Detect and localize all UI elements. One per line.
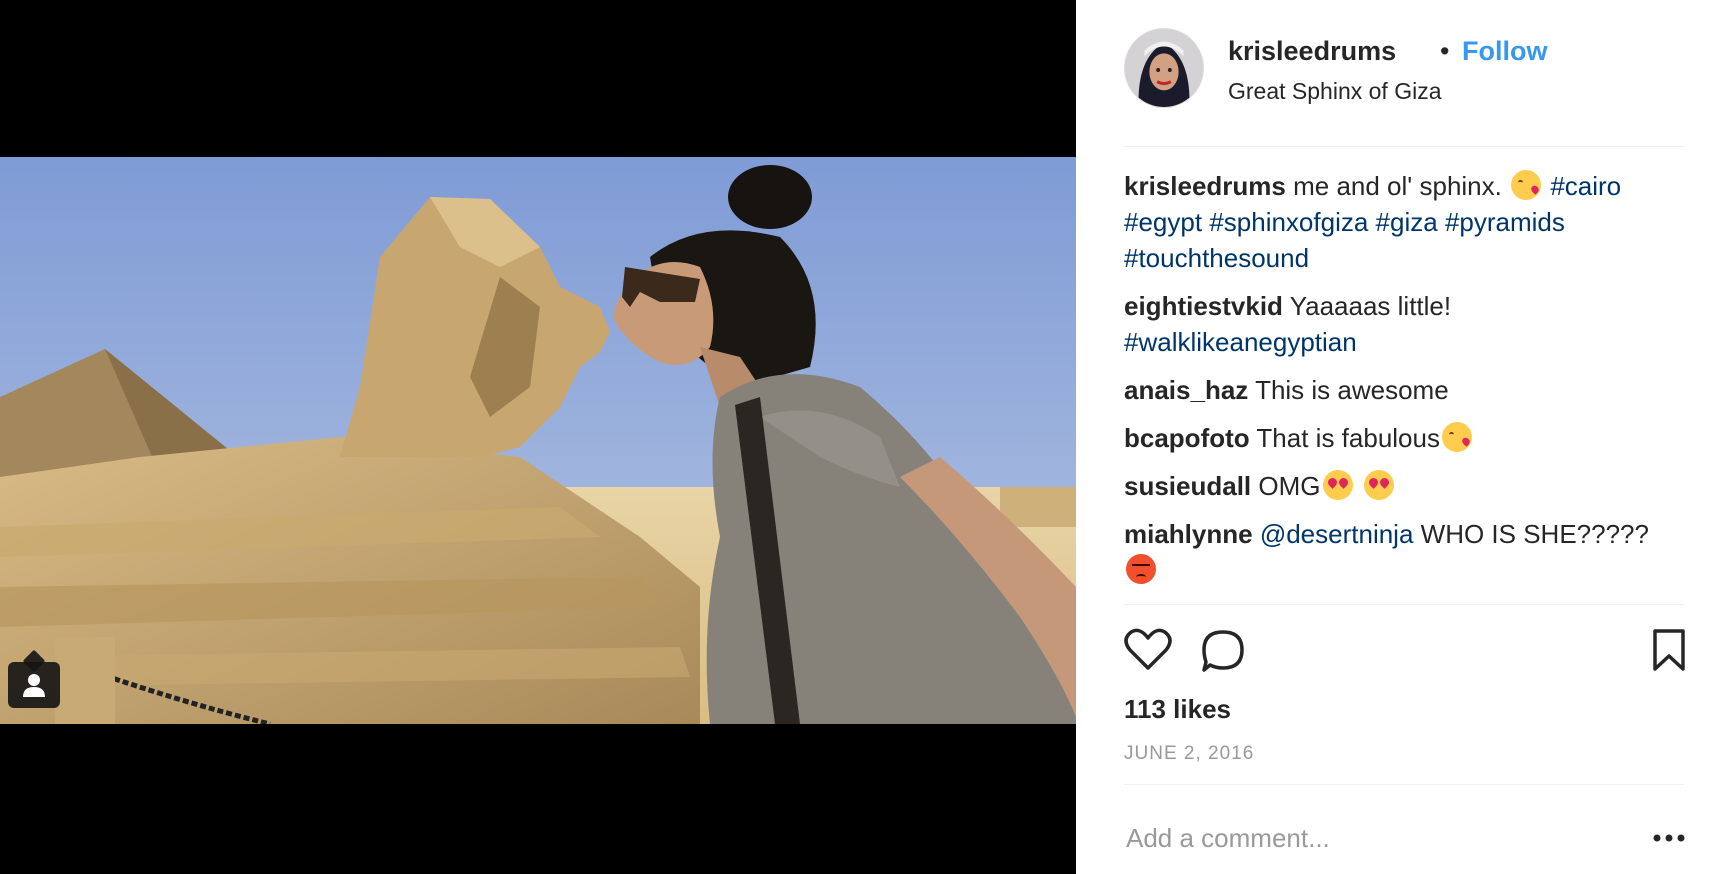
comment-item: susieudall OMG [1124, 468, 1684, 504]
caption-username[interactable]: krisleedrums [1124, 171, 1286, 201]
comment-username[interactable]: miahlynne [1124, 519, 1253, 549]
like-button[interactable] [1124, 628, 1172, 677]
comment-text: WHO IS SHE????? [1420, 519, 1649, 549]
comment-item: bcapofoto That is fabulous [1124, 420, 1684, 456]
kissing-face-icon [1441, 422, 1472, 452]
post-location[interactable]: Great Sphinx of Giza [1228, 78, 1442, 105]
comment-item: eightiestvkid Yaaaaas little! #walklikea… [1124, 288, 1684, 360]
avatar[interactable] [1124, 28, 1204, 108]
header-divider [1124, 146, 1684, 147]
comment-username[interactable]: anais_haz [1124, 375, 1248, 405]
tagged-users-button[interactable] [8, 662, 60, 708]
angry-face-icon [1126, 554, 1156, 584]
hashtag-link[interactable]: #cairo [1550, 171, 1621, 201]
add-comment-input[interactable] [1126, 818, 1606, 858]
comment-username[interactable]: bcapofoto [1124, 423, 1250, 453]
likes-count[interactable]: 113 likes [1124, 694, 1231, 725]
hashtag-link[interactable]: #touchthesound [1124, 243, 1309, 273]
comment-text: OMG [1258, 471, 1321, 501]
more-options-button[interactable] [1652, 828, 1686, 848]
sphinx-photo [0, 157, 1076, 724]
mention-link[interactable]: @desertninja [1260, 519, 1414, 549]
post-date: JUNE 2, 2016 [1124, 743, 1255, 764]
heart-icon [1124, 628, 1172, 670]
post-username[interactable]: krisleedrums [1228, 36, 1396, 67]
save-button[interactable] [1652, 628, 1686, 677]
bookmark-icon [1653, 629, 1685, 671]
heart-eyes-face-icon [1322, 470, 1353, 500]
post-actions [1124, 628, 1686, 679]
speech-bubble-icon [1202, 630, 1244, 672]
caption-text: me and ol' sphinx. [1293, 171, 1502, 201]
post-media [0, 0, 1076, 874]
post-photo[interactable] [0, 157, 1076, 724]
comment-item: miahlynne @desertninja WHO IS SHE????? [1124, 516, 1684, 588]
comment-username[interactable]: eightiestvkid [1124, 291, 1283, 321]
follow-button[interactable]: Follow [1462, 36, 1547, 67]
caption: krisleedrums me and ol' sphinx. #cairo #… [1124, 168, 1684, 276]
comment-text: Yaaaaas little! [1289, 291, 1452, 321]
kissing-face-icon [1511, 170, 1542, 200]
comment-username[interactable]: susieudall [1124, 471, 1251, 501]
comment-text: That is fabulous [1256, 423, 1440, 453]
hashtag-link[interactable]: #walklikeanegyptian [1124, 327, 1357, 357]
hashtag-link[interactable]: #sphinxofgiza [1209, 207, 1368, 237]
ellipsis-icon [1653, 834, 1685, 842]
comments-divider [1124, 604, 1684, 605]
heart-eyes-face-icon [1363, 470, 1394, 500]
comment-item: anais_haz This is awesome [1124, 372, 1684, 408]
hashtag-link[interactable]: #giza [1376, 207, 1438, 237]
hashtag-link[interactable]: #pyramids [1445, 207, 1565, 237]
hashtag-link[interactable]: #egypt [1124, 207, 1202, 237]
comments-list: krisleedrums me and ol' sphinx. #cairo #… [1124, 168, 1684, 600]
comment-text: This is awesome [1255, 375, 1449, 405]
comment-button[interactable] [1200, 628, 1246, 679]
footer-divider [1124, 784, 1684, 785]
user-tag-icon [23, 674, 45, 697]
post-header: krisleedrums • Follow Great Sphinx of Gi… [1124, 28, 1684, 108]
post-side-panel: krisleedrums • Follow Great Sphinx of Gi… [1076, 0, 1714, 874]
separator-dot: • [1440, 36, 1450, 66]
